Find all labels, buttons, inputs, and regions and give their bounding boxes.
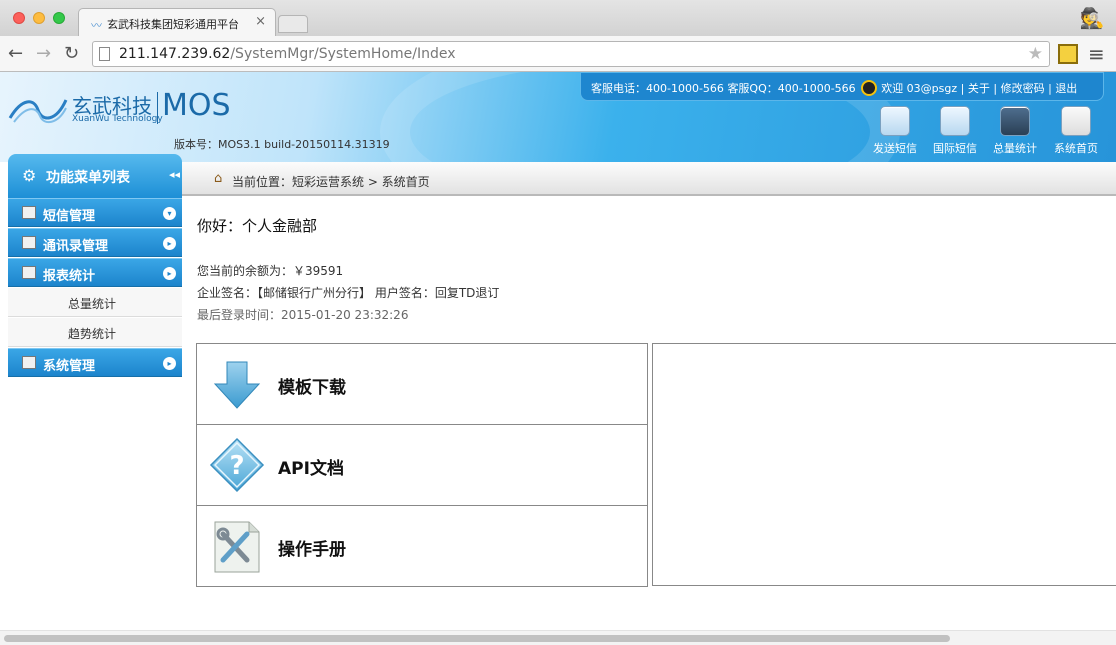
forward-arrow-icon[interactable]: → (36, 43, 51, 64)
separator: | (960, 82, 965, 95)
incognito-icon: 🕵 (1079, 6, 1105, 30)
url-path: /SystemMgr/SystemHome/Index (230, 46, 456, 62)
user-manual-label: 操作手册 (278, 540, 346, 560)
scrollbar-thumb[interactable] (4, 635, 950, 642)
api-doc-row[interactable]: ? API文档 (197, 425, 647, 506)
quick-link-send-sms[interactable]: 发送短信 (866, 106, 924, 156)
stats-chart-icon (1000, 106, 1030, 136)
quick-link-home[interactable]: 系统首页 (1047, 106, 1105, 156)
signature-text: 企业签名：【邮储银行广州分行】 用户签名：回复TD退订 (197, 286, 500, 300)
page-icon (99, 47, 110, 61)
site-header: 玄武科技 XuanWu Technology MOS 版本号：MOS3.1 bu… (0, 72, 1116, 162)
sidebar-subitem-trend-stats[interactable]: 趋势统计 (8, 318, 182, 347)
sidebar-subitem-total-stats[interactable]: 总量统计 (8, 288, 182, 317)
service-text: 客服电话：400-1000-566 客服QQ：400-1000-566 欢迎 0… (591, 79, 1077, 96)
breadcrumb-text: 当前位置：短彩运营系统 > 系统首页 (232, 175, 430, 189)
bookmark-star-icon[interactable]: ★ (1028, 44, 1043, 64)
logo-divider (157, 92, 158, 124)
zoom-window-button[interactable] (53, 12, 65, 24)
expand-arrow-icon: ▸ (163, 237, 176, 250)
browser-tab[interactable]: 〰 玄武科技集团短彩通用平台 × (78, 8, 276, 36)
sidebar-item-contacts[interactable]: 通讯录管理 ▸ (8, 228, 182, 257)
resource-panel: 模板下载 ? API文档 操作手册 (196, 343, 648, 587)
right-panel (652, 343, 1116, 586)
close-window-button[interactable] (13, 12, 25, 24)
horizontal-scrollbar[interactable] (0, 630, 1116, 645)
about-link[interactable]: 关于 (968, 82, 990, 95)
quick-link-label: 发送短信 (873, 142, 917, 155)
tools-icon (214, 521, 260, 573)
collapse-sidebar-icon[interactable]: ◂◂ (169, 168, 180, 181)
browser-toolbar: ← → ↻ 211.147.239.62/SystemMgr/SystemHom… (0, 36, 1116, 72)
template-download-row[interactable]: 模板下载 (197, 344, 647, 425)
reload-icon[interactable]: ↻ (64, 43, 79, 64)
change-password-link[interactable]: 修改密码 (1001, 82, 1045, 95)
monitor-icon (22, 356, 36, 369)
logo-swirl-icon (8, 99, 68, 124)
welcome-text: 欢迎 03@psgz (881, 82, 958, 95)
sidebar-title: 功能菜单列表 (46, 170, 130, 186)
expand-arrow-icon: ▾ (163, 207, 176, 220)
new-tab-button[interactable] (278, 15, 308, 33)
breadcrumb: ⌂ 当前位置：短彩运营系统 > 系统首页 (182, 162, 1116, 196)
send-sms-icon (880, 106, 910, 136)
address-bar[interactable]: 211.147.239.62/SystemMgr/SystemHome/Inde… (92, 41, 1050, 67)
greeting: 你好：个人金融部 (197, 217, 318, 235)
expand-arrow-icon: ▸ (163, 267, 176, 280)
tab-close-icon[interactable]: × (255, 14, 266, 29)
logout-link[interactable]: 退出 (1055, 82, 1077, 95)
expand-arrow-icon: ▸ (163, 357, 176, 370)
favicon-icon: 〰 (91, 19, 102, 32)
sidebar-item-label: 通讯录管理 (43, 239, 109, 254)
logo-text-en: XuanWu Technology (72, 114, 163, 124)
quick-link-intl-sms[interactable]: 国际短信 (926, 106, 984, 156)
sidebar-item-label: 报表统计 (43, 269, 96, 284)
intl-sms-icon (940, 106, 970, 136)
minimize-window-button[interactable] (33, 12, 45, 24)
logo-mos: MOS (162, 88, 231, 123)
sidebar-subitem-label: 总量统计 (68, 297, 117, 311)
browser-menu-icon[interactable]: ≡ (1088, 42, 1105, 66)
svg-text:?: ? (229, 451, 244, 481)
balance-text: 您当前的余额为：￥39591 (197, 264, 344, 278)
service-phone: 客服电话：400-1000-566 (591, 82, 724, 95)
address-book-icon (22, 236, 36, 249)
service-qq: 客服QQ：400-1000-566 (727, 82, 856, 95)
sidebar-item-sms[interactable]: 短信管理 ▾ (8, 198, 182, 227)
report-icon (22, 266, 36, 279)
api-doc-label: API文档 (278, 459, 344, 479)
extension-icon[interactable] (1058, 44, 1078, 64)
home-grid-icon (1061, 106, 1091, 136)
quick-link-label: 系统首页 (1054, 142, 1098, 155)
service-bar: 客服电话：400-1000-566 客服QQ：400-1000-566 欢迎 0… (580, 72, 1104, 101)
quick-link-label: 国际短信 (933, 142, 977, 155)
user-manual-row[interactable]: 操作手册 (197, 506, 647, 587)
version-label: 版本号：MOS3.1 build-20150114.31319 (174, 138, 390, 151)
last-login-text: 最后登录时间：2015-01-20 23:32:26 (197, 308, 409, 322)
home-icon: ⌂ (214, 171, 223, 186)
quick-link-total-stats[interactable]: 总量统计 (986, 106, 1044, 156)
gear-icon: ⚙ (22, 166, 37, 185)
url-host: 211.147.239.62 (119, 46, 231, 62)
quick-link-label: 总量统计 (993, 142, 1037, 155)
back-arrow-icon[interactable]: ← (8, 43, 23, 64)
url-text[interactable]: 211.147.239.62/SystemMgr/SystemHome/Inde… (119, 46, 456, 62)
sidebar-item-reports[interactable]: 报表统计 ▸ (8, 258, 182, 287)
sidebar-header: ⚙ 功能菜单列表 ◂◂ (8, 154, 182, 198)
question-icon: ? (209, 437, 265, 493)
browser-tab-strip: 〰 玄武科技集团短彩通用平台 × 🕵 (0, 0, 1116, 36)
sidebar-subitem-label: 趋势统计 (68, 327, 117, 341)
separator: | (993, 82, 998, 95)
sidebar-item-label: 系统管理 (43, 359, 96, 374)
sidebar-item-system[interactable]: 系统管理 ▸ (8, 348, 182, 377)
template-download-label: 模板下载 (278, 378, 346, 398)
sidebar-item-label: 短信管理 (43, 209, 96, 224)
qq-penguin-icon (861, 79, 878, 96)
envelope-icon (22, 206, 36, 219)
tab-title: 玄武科技集团短彩通用平台 (107, 18, 239, 31)
separator: | (1048, 82, 1052, 95)
arrow-down-icon (213, 361, 261, 409)
